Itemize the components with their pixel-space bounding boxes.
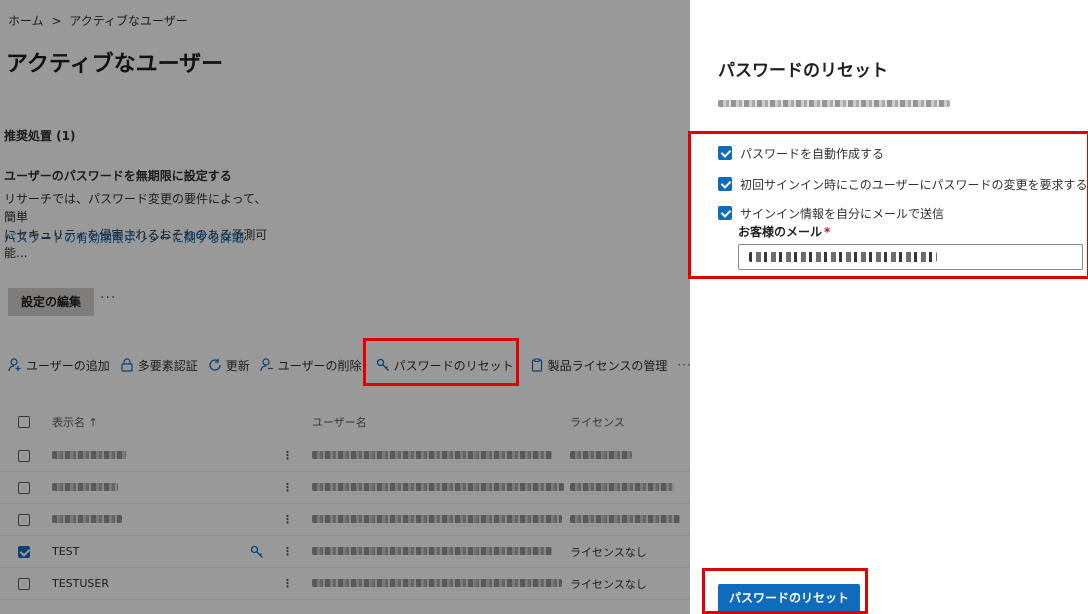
email-signin-option[interactable]: サインイン情報を自分にメールで送信 [718,204,944,222]
row-username [312,449,552,462]
redacted-text [749,252,937,262]
row-checkbox[interactable] [18,577,30,590]
row-username [312,481,564,494]
email-field[interactable] [738,244,1083,270]
table-row[interactable]: ⋮ [0,472,690,504]
email-signin-checkbox[interactable] [718,206,732,220]
reset-password-submit-button[interactable]: パスワードのリセット [718,584,860,612]
add-user-label: ユーザーの追加 [26,358,110,373]
clipboard-icon [531,358,542,372]
redacted-text [718,100,950,107]
row-username [312,545,552,558]
redacted-text [570,483,674,491]
redacted-text [52,483,118,491]
row-display-name: TEST [52,545,80,558]
lock-icon [121,358,133,372]
recommendation-description-line1: リサーチでは、パスワード変更の要件によって、簡単 [4,192,267,224]
row-username [312,577,562,590]
refresh-icon [209,359,221,371]
refresh-button[interactable]: 更新 [208,357,250,374]
column-header-license[interactable]: ライセンス [570,414,625,430]
table-row[interactable]: ⋮ [0,504,690,536]
row-more-icon[interactable]: ⋮ [282,449,293,462]
auto-create-password-label: パスワードを自動作成する [740,146,885,161]
table-row[interactable]: ⋮ [0,440,690,472]
breadcrumb-home[interactable]: ホーム [8,14,44,28]
row-license: ライセンスなし [570,545,647,559]
redacted-text [312,579,562,587]
row-license [570,513,680,526]
email-field-label: お客様のメール * [738,223,830,240]
recommendation-heading: 推奨処置 (1) [4,129,76,143]
key-icon [376,358,389,371]
password-policy-link[interactable]: パスワードの有効期限ポリシーに関する詳細 [4,229,244,246]
breadcrumb-separator: > [51,14,62,28]
row-license [570,481,674,494]
require-change-checkbox[interactable] [718,177,732,191]
row-display-name [52,513,122,526]
redacted-text [52,451,126,459]
manage-licenses-button[interactable]: 製品ライセンスの管理 [530,357,668,374]
row-more-icon[interactable]: ⋮ [282,577,293,590]
redacted-text [570,451,632,459]
mfa-button[interactable]: 多要素認証 [120,357,198,374]
redacted-text [52,515,122,523]
mfa-label: 多要素認証 [137,358,198,373]
auto-create-password-checkbox[interactable] [718,146,732,160]
delete-user-label: ユーザーの削除 [277,358,362,373]
row-more-icon[interactable]: ⋮ [282,513,293,526]
table-row[interactable]: TEST ⋮ ライセンスなし [0,536,690,568]
redacted-text [312,515,562,523]
reset-password-panel: パスワードのリセット パスワードを自動作成する 初回サインイン時にこのユーザーに… [688,0,1088,614]
row-checkbox[interactable] [18,513,30,526]
row-checkbox[interactable] [18,481,30,494]
row-checkbox[interactable] [18,545,30,558]
require-change-label: 初回サインイン時にこのユーザーにパスワードの変更を要求する [740,177,1088,192]
auto-create-password-option[interactable]: パスワードを自動作成する [718,144,884,162]
users-page: ホーム > アクティブなユーザー アクティブなユーザー 推奨処置 (1) ユーザ… [0,0,690,614]
user-email-subtitle [718,96,950,110]
column-header-display-name[interactable]: 表示名 ↑ [52,414,98,430]
command-bar: ユーザーの追加 多要素認証 更新 ユーザーの削除 パスワードのリセット 製品ライ… [8,352,690,378]
row-license [570,449,632,462]
delete-user-button[interactable]: ユーザーの削除 [260,357,362,374]
row-more-icon[interactable]: ⋮ [282,545,293,558]
email-label-text: お客様のメール [738,225,823,239]
recommendation-description: リサーチでは、パスワード変更の要件によって、簡単 にセキュリティを侵害されるおそ… [4,190,274,262]
reset-password-button[interactable]: パスワードのリセット [376,357,514,374]
refresh-label: 更新 [225,358,250,373]
required-mark: * [824,225,831,239]
column-header-username[interactable]: ユーザー名 [312,414,367,430]
redacted-text [570,515,680,523]
toolbar-more-button[interactable]: ··· [677,358,690,372]
edit-settings-button[interactable]: 設定の編集 [8,288,94,316]
redacted-text [312,451,552,459]
recommendation-more-button[interactable]: ··· [100,290,116,306]
breadcrumb: ホーム > アクティブなユーザー [8,12,192,29]
grid-header: 表示名 ↑ ユーザー名 ライセンス [0,406,690,438]
row-display-name [52,481,118,494]
breadcrumb-current: アクティブなユーザー [69,14,188,28]
select-all-checkbox[interactable] [18,416,30,428]
person-remove-icon [260,358,273,372]
add-person-icon [8,358,21,372]
row-username [312,513,562,526]
table-row[interactable]: TESTUSER ⋮ ライセンスなし [0,568,690,600]
add-user-button[interactable]: ユーザーの追加 [8,357,110,374]
row-license: ライセンスなし [570,577,647,591]
page-title: アクティブなユーザー [6,52,224,77]
redacted-text [312,483,564,491]
manage-licenses-label: 製品ライセンスの管理 [547,358,668,373]
reset-password-label: パスワードのリセット [393,358,514,373]
recommendation-title: ユーザーのパスワードを無期限に設定する [4,169,232,183]
panel-title: パスワードのリセット [718,61,888,81]
require-change-option[interactable]: 初回サインイン時にこのユーザーにパスワードの変更を要求する [718,175,1088,193]
redacted-text [312,547,552,555]
row-more-icon[interactable]: ⋮ [282,481,293,494]
email-signin-label: サインイン情報を自分にメールで送信 [740,206,945,221]
row-display-name: TESTUSER [52,577,109,590]
row-checkbox[interactable] [18,449,30,462]
row-display-name [52,449,126,462]
key-icon[interactable] [250,545,264,559]
